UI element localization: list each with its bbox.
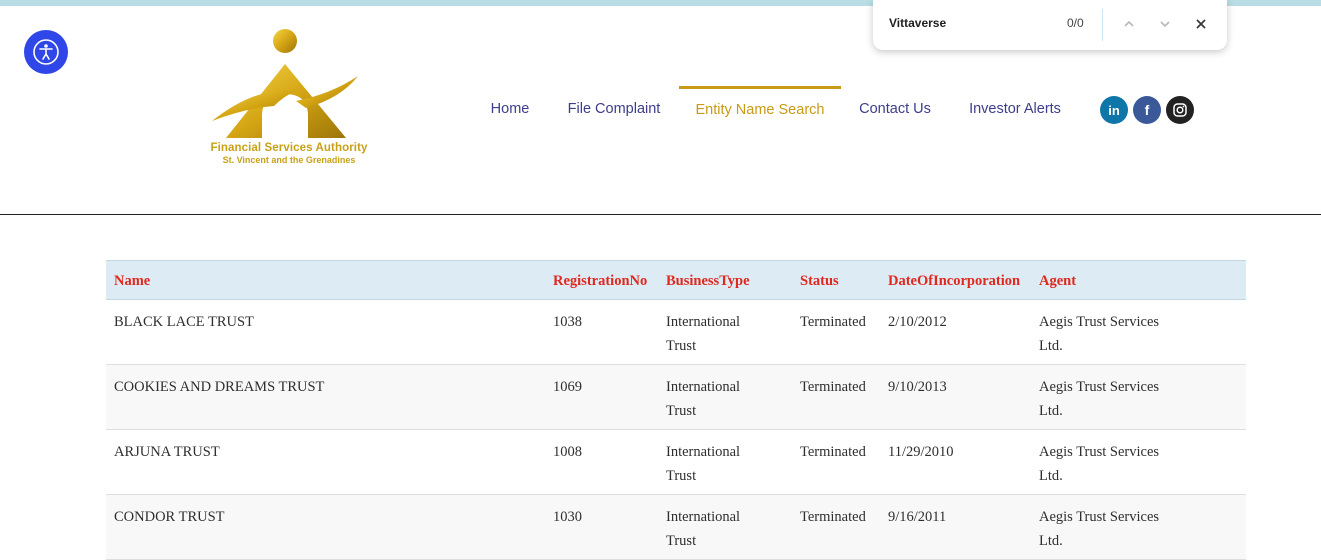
cell-date: 2/10/2012 (888, 314, 947, 330)
cell-status: Terminated (800, 314, 866, 330)
cell-business-type-line2: Trust (666, 403, 697, 419)
cell-date: 9/10/2013 (888, 379, 947, 395)
cell-status: Terminated (800, 509, 866, 525)
cell-agent-line1: Aegis Trust Services (1039, 444, 1160, 460)
chevron-down-icon (1160, 21, 1170, 28)
cell-agent-line2: Ltd. (1039, 468, 1063, 484)
accessibility-button[interactable] (24, 30, 68, 74)
cell-business-type-line2: Trust (666, 533, 697, 549)
instagram-icon[interactable] (1166, 96, 1194, 124)
column-header-business-type[interactable]: BusinessType (666, 261, 750, 301)
cell-agent: Aegis Trust Services Ltd. (1039, 310, 1159, 358)
table-row[interactable]: CONDOR TRUST 1030 International Trust Ter… (106, 495, 1246, 560)
cell-agent-line2: Ltd. (1039, 533, 1063, 549)
nav-home[interactable]: Home (480, 86, 540, 132)
cell-name: BLACK LACE TRUST (114, 314, 254, 330)
column-header-registration[interactable]: RegistrationNo (553, 261, 647, 301)
cell-registration: 1069 (553, 379, 582, 395)
cell-name: ARJUNA TRUST (114, 444, 220, 460)
cell-agent-line1: Aegis Trust Services (1039, 509, 1160, 525)
cell-agent: Aegis Trust Services Ltd. (1039, 440, 1159, 488)
find-match-count: 0/0 (1067, 16, 1084, 30)
instagram-glyph (1173, 103, 1187, 117)
cell-agent-line1: Aegis Trust Services (1039, 314, 1160, 330)
column-header-agent[interactable]: Agent (1039, 261, 1076, 301)
cell-name: COOKIES AND DREAMS TRUST (114, 379, 325, 395)
cell-registration: 1008 (553, 444, 582, 460)
cell-status: Terminated (800, 379, 866, 395)
cell-business-type-line1: International (666, 509, 741, 525)
nav-entity-name-search[interactable]: Entity Name Search (679, 86, 841, 132)
cell-business-type-line1: International (666, 314, 741, 330)
cell-agent: Aegis Trust Services Ltd. (1039, 505, 1159, 553)
cell-business-type-line1: International (666, 379, 741, 395)
cell-business-type-line2: Trust (666, 468, 697, 484)
cell-business-type: International Trust (666, 375, 740, 423)
table-row[interactable]: COOKIES AND DREAMS TRUST 1069 Internatio… (106, 365, 1246, 430)
table-row[interactable]: BLACK LACE TRUST 1038 International Trust… (106, 300, 1246, 365)
cell-date: 11/29/2010 (888, 444, 954, 460)
find-previous-button[interactable] (1118, 13, 1140, 35)
close-icon (1196, 19, 1206, 29)
cell-registration: 1030 (553, 509, 582, 525)
cell-agent-line1: Aegis Trust Services (1039, 379, 1160, 395)
logo-title: Financial Services Authority (210, 142, 368, 154)
find-bar: Vittaverse 0/0 (873, 0, 1227, 50)
find-separator (1102, 9, 1103, 41)
table-row[interactable]: ARJUNA TRUST 1008 International Trust Ter… (106, 430, 1246, 495)
cell-business-type: International Trust (666, 505, 740, 553)
logo-subtitle: St. Vincent and the Grenadines (222, 155, 356, 165)
cell-date: 9/16/2011 (888, 509, 947, 525)
find-next-button[interactable] (1154, 13, 1176, 35)
nav-file-complaint[interactable]: File Complaint (562, 86, 666, 132)
cell-business-type-line2: Trust (666, 338, 697, 354)
chevron-up-icon (1124, 20, 1134, 27)
nav-contact-us[interactable]: Contact Us (854, 86, 936, 132)
cell-name: CONDOR TRUST (114, 509, 225, 525)
facebook-icon[interactable]: f (1133, 96, 1161, 124)
cell-agent-line2: Ltd. (1039, 338, 1063, 354)
nav-investor-alerts[interactable]: Investor Alerts (963, 86, 1067, 132)
cell-business-type-line1: International (666, 444, 741, 460)
linkedin-icon[interactable]: in (1100, 96, 1128, 124)
accessibility-icon (33, 39, 59, 65)
find-input[interactable]: Vittaverse (889, 16, 946, 30)
column-header-date[interactable]: DateOfIncorporation (888, 261, 1020, 301)
fsa-emblem-icon (212, 29, 358, 138)
fsa-logo[interactable]: Financial Services Authority St. Vincent… (196, 26, 382, 170)
find-close-button[interactable] (1190, 13, 1212, 35)
cell-business-type: International Trust (666, 440, 740, 488)
column-header-name[interactable]: Name (114, 261, 150, 301)
cell-status: Terminated (800, 444, 866, 460)
column-header-status[interactable]: Status (800, 261, 839, 301)
cell-agent-line2: Ltd. (1039, 403, 1063, 419)
cell-business-type: International Trust (666, 310, 740, 358)
cell-agent: Aegis Trust Services Ltd. (1039, 375, 1159, 423)
cell-registration: 1038 (553, 314, 582, 330)
header-divider (0, 214, 1321, 215)
table-header: Name RegistrationNo BusinessType Status … (106, 260, 1246, 300)
